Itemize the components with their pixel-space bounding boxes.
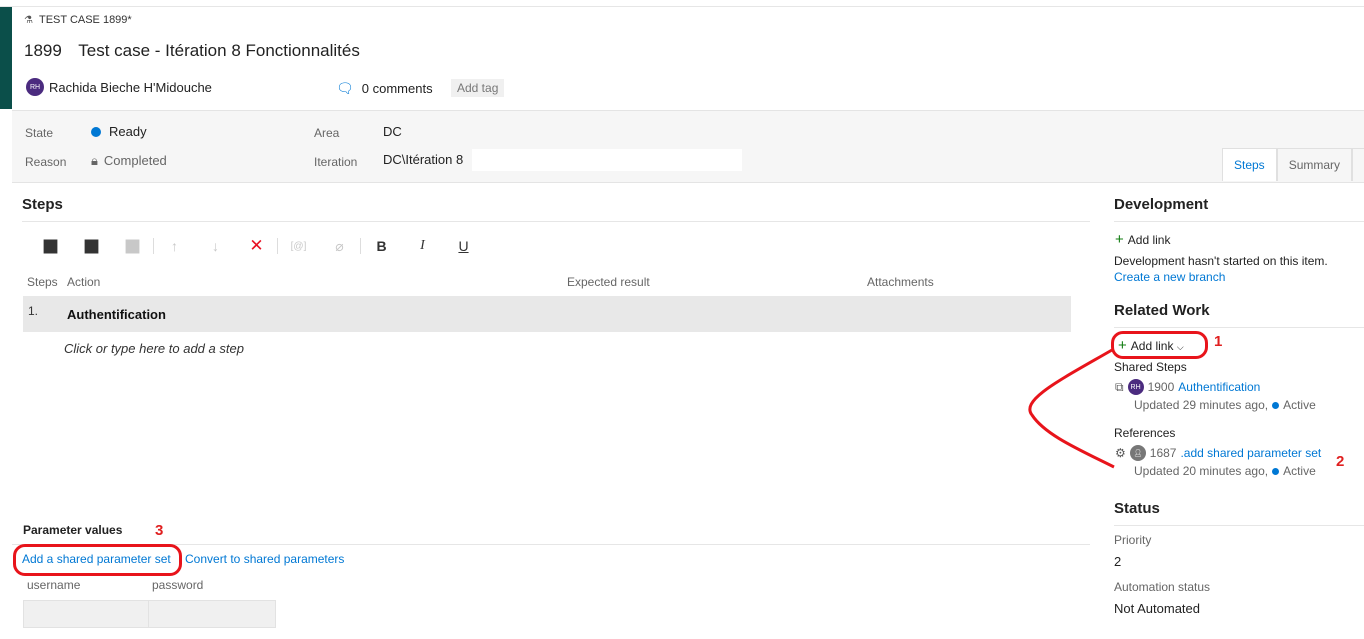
priority-field[interactable]: 2 [1114, 554, 1121, 569]
shared-steps-link[interactable]: Authentification [1178, 380, 1260, 394]
state-label: State [25, 126, 54, 140]
automation-field[interactable]: Not Automated [1114, 601, 1200, 616]
work-item-title[interactable]: 1899 Test case - Itération 8 Fonctionnal… [24, 41, 360, 61]
reason-label: Reason [25, 155, 67, 169]
col-expected: Expected result [567, 275, 650, 289]
create-branch-link[interactable]: Create a new branch [1114, 270, 1225, 284]
work-item-id: 1899 [24, 41, 62, 60]
related-work-title: Related Work [1114, 302, 1210, 319]
step-action[interactable]: Authentification [67, 307, 166, 322]
steps-title: Steps [22, 196, 63, 213]
status-dot-icon [1272, 468, 1280, 475]
automation-label: Automation status [1114, 580, 1211, 594]
list-item[interactable]: ⚙ 👤︎ 1687 .add shared parameter set [1115, 445, 1321, 461]
fields-panel [12, 110, 1364, 183]
insert-parameter-icon[interactable]: [@] [278, 236, 319, 256]
work-item-title-text[interactable]: Test case - Itération 8 Fonctionnalités [78, 41, 360, 60]
table-row[interactable] [23, 296, 1071, 332]
iteration-field[interactable]: DC\Itération 8 [383, 152, 463, 167]
avatar: RH [26, 78, 44, 96]
work-item-type: ⚗ TEST CASE 1899* [24, 14, 132, 26]
create-shared-steps-icon[interactable]: ⬛︎ [112, 236, 153, 256]
development-message: Development hasn't started on this item. [1114, 254, 1328, 268]
move-down-icon[interactable]: ↓ [195, 236, 236, 256]
avatar: 👤︎ [1129, 445, 1146, 461]
top-border [0, 6, 1364, 7]
status-dot-icon [1272, 402, 1280, 409]
divider [22, 221, 1090, 222]
iteration-label: Iteration [314, 155, 358, 169]
reference-status: Updated 20 minutes ago, Active [1134, 464, 1316, 478]
tab-bar: Steps Summary As [1222, 148, 1364, 181]
underline-button[interactable]: U [443, 236, 484, 256]
state-field[interactable]: Ready [91, 124, 147, 139]
add-step-placeholder[interactable]: Click or type here to add a step [64, 341, 244, 356]
status-title: Status [1114, 500, 1160, 517]
annotation-number-1: 1 [1214, 333, 1223, 350]
param-cell-password[interactable] [148, 600, 276, 628]
col-action: Action [67, 275, 101, 289]
comment-icon: 🗨 [336, 80, 354, 96]
move-up-icon[interactable]: ↑ [154, 236, 195, 256]
development-title: Development [1114, 196, 1209, 213]
insert-shared-steps-icon[interactable]: ⬛︎ [71, 236, 112, 256]
shared-steps-status: Updated 29 minutes ago, Active [1134, 398, 1316, 412]
comments-link[interactable]: 🗨 0 comments [336, 80, 433, 97]
annotation-number-2: 2 [1336, 453, 1345, 470]
col-steps: Steps [27, 275, 58, 289]
step-number: 1. [28, 304, 39, 318]
tab-associated[interactable]: As [1352, 148, 1364, 181]
assigned-to-name[interactable]: Rachida Bieche H'Midouche [49, 80, 212, 95]
area-label: Area [314, 126, 340, 140]
col-attachments: Attachments [867, 275, 934, 289]
plus-icon: + [1115, 231, 1124, 248]
italic-button[interactable]: I [402, 236, 443, 256]
lock-icon: 🔒︎ [91, 153, 98, 168]
work-item-color-bar [0, 7, 12, 109]
assigned-to[interactable]: RH Rachida Bieche H'Midouche [26, 78, 212, 96]
attachment-icon[interactable]: ⌀ [319, 236, 360, 256]
reason-field[interactable]: 🔒︎ Completed [91, 153, 167, 169]
delete-step-icon[interactable]: ✕ [236, 236, 277, 256]
insert-step-icon[interactable]: ⬛︎ [30, 236, 71, 256]
param-col-password: password [152, 578, 204, 592]
bold-button[interactable]: B [361, 236, 402, 256]
tab-summary[interactable]: Summary [1276, 148, 1353, 181]
state-dot-icon [91, 127, 101, 137]
divider [1114, 221, 1364, 222]
annotation-number-3: 3 [155, 522, 164, 539]
list-item[interactable]: ⧉ RH 1900 Authentification [1115, 379, 1260, 395]
add-tag-button[interactable]: Add tag [451, 79, 505, 97]
divider [1114, 327, 1364, 328]
reference-link[interactable]: .add shared parameter set [1180, 446, 1321, 460]
convert-shared-parameters-link[interactable]: Convert to shared parameters [185, 552, 344, 566]
development-add-link[interactable]: + Add link [1115, 231, 1170, 248]
tab-steps[interactable]: Steps [1222, 148, 1277, 181]
param-col-username: username [27, 578, 81, 592]
param-cell-username[interactable] [23, 600, 149, 628]
annotation-oval-3 [13, 544, 182, 576]
annotation-arrow-curve [1028, 348, 1115, 469]
priority-label: Priority [1114, 533, 1152, 547]
redacted-area [472, 149, 742, 171]
area-field[interactable]: DC [383, 124, 402, 139]
divider [1114, 525, 1364, 526]
steps-toolbar: ⬛︎ ⬛︎ ⬛︎ ↑ ↓ ✕ [@] ⌀ B I U [30, 236, 484, 256]
parameter-values-title: Parameter values [23, 523, 123, 537]
test-case-icon: ⚗ [24, 14, 33, 26]
